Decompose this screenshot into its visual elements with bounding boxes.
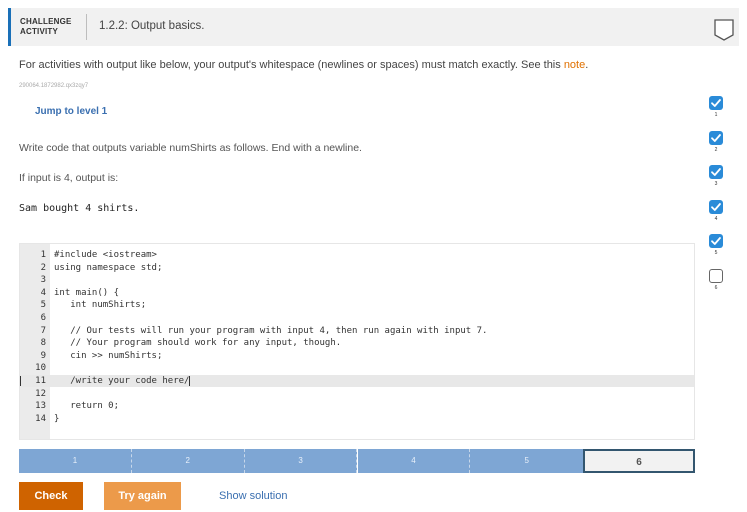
code-editor[interactable]: 1 #include <iostream> 2 using namespace std… — [19, 243, 695, 440]
code-text: #include <iostream> — [54, 250, 157, 260]
empty-checkbox-icon — [709, 268, 723, 283]
line-number: 6 — [40, 313, 46, 323]
line-number: 1 — [40, 250, 46, 260]
level-progress-item: 6 — [706, 268, 726, 303]
check-button[interactable]: Check — [19, 482, 83, 510]
level-number: 5 — [714, 250, 718, 256]
line-number: 13 — [35, 401, 46, 412]
try-again-button[interactable]: Try again — [104, 482, 181, 510]
level-progress-item: 3 — [706, 165, 726, 199]
code-line[interactable]: 8 // Your program should work for any in… — [20, 337, 694, 349]
level-segment-5[interactable]: 5 — [470, 449, 584, 473]
level-number: 1 — [714, 112, 718, 118]
level-number: 2 — [714, 146, 718, 153]
line-number: 2 — [40, 262, 46, 273]
level-segment-2[interactable]: 2 — [131, 449, 245, 473]
code-text: cin >> numShirts; — [54, 350, 163, 361]
code-text: /write your code here/ — [54, 375, 191, 386]
tag-line-1: CHALLENGE — [20, 17, 72, 26]
input-note: If input is 4, output is: — [19, 172, 119, 184]
code-text: return 0; — [54, 401, 120, 412]
line-number: 14 — [35, 413, 46, 424]
code-line[interactable]: 11 /write your code here/ — [20, 375, 694, 387]
intro-text: For activities with output like below, y… — [19, 59, 564, 71]
code-line[interactable]: 14} — [20, 413, 694, 425]
line-number: 5 — [40, 300, 46, 311]
code-line[interactable]: 2 using namespace std; — [20, 262, 694, 274]
activity-header: CHALLENGE ACTIVITY 1.2.2: Output basics. — [8, 8, 739, 46]
line-number: 10 — [35, 363, 46, 374]
code-line[interactable]: 9 cin >> numShirts; — [20, 350, 694, 362]
check-icon — [709, 130, 723, 145]
code-line[interactable]: 4 int main() { — [20, 287, 694, 299]
line-number: 9 — [40, 350, 46, 361]
check-icon — [709, 234, 723, 248]
code-text: } — [54, 413, 60, 424]
whitespace-instructions: For activities with output like below, y… — [19, 59, 588, 71]
header-divider — [86, 14, 87, 40]
code-line[interactable]: 12 — [20, 388, 694, 400]
check-icon — [709, 96, 723, 110]
completion-badge-icon — [714, 19, 734, 41]
level-segment-1[interactable]: 1 — [19, 449, 132, 473]
show-solution-link[interactable]: Show solution — [219, 490, 288, 502]
level-number: 6 — [714, 284, 718, 291]
note-link[interactable]: note — [564, 59, 585, 71]
level-segment-6[interactable]: 6 — [583, 449, 695, 473]
code-text: using namespace std; — [54, 262, 163, 273]
task-instructions: Write code that outputs variable numShir… — [19, 142, 362, 154]
activity-title: 1.2.2: Output basics. — [99, 20, 205, 32]
line-number: 4 — [40, 287, 46, 298]
check-icon — [709, 165, 723, 179]
jump-to-level-link[interactable]: Jump to level 1 — [35, 106, 107, 117]
line-number: 11 — [35, 376, 46, 386]
code-text: // Our tests will run your program with … — [54, 325, 488, 336]
sample-output: Sam bought 4 shirts. — [19, 203, 140, 214]
code-text: // Your program should work for any inpu… — [54, 338, 342, 349]
tag-line-2: ACTIVITY — [20, 27, 59, 36]
level-bar: 123456 — [19, 449, 696, 473]
challenge-activity-tag: CHALLENGE ACTIVITY — [20, 17, 72, 37]
code-line[interactable]: 1 #include <iostream> — [20, 249, 694, 261]
code-text: int main() { — [54, 287, 120, 298]
code-line[interactable]: 6 — [20, 312, 694, 324]
text-cursor — [189, 375, 191, 386]
code-line[interactable]: 3 — [20, 274, 694, 286]
line-number: 8 — [40, 338, 46, 349]
code-line[interactable]: 7 // Our tests will run your program wit… — [20, 325, 694, 337]
level-number: 4 — [714, 215, 718, 222]
level-progress-item: 4 — [706, 199, 726, 234]
level-progress-item: 5 — [706, 234, 726, 268]
level-progress-item: 2 — [706, 130, 726, 165]
level-segment-4[interactable]: 4 — [357, 449, 471, 473]
level-number: 3 — [714, 181, 718, 187]
level-progress-item: 1 — [706, 96, 726, 130]
level-segment-3[interactable]: 3 — [244, 449, 358, 473]
challenge-id: 290064.1872982.qx3zqy7 — [19, 83, 89, 89]
intro-suffix: . — [585, 59, 589, 71]
code-line[interactable]: 10 — [20, 362, 694, 374]
line-number: 7 — [40, 325, 46, 336]
code-line[interactable]: 5 int numShirts; — [20, 299, 694, 311]
code-line[interactable]: 13 return 0; — [20, 400, 694, 412]
code-text: int numShirts; — [54, 300, 147, 311]
line-number: 3 — [40, 275, 46, 286]
line-number: 12 — [35, 388, 46, 399]
check-icon — [709, 199, 723, 214]
